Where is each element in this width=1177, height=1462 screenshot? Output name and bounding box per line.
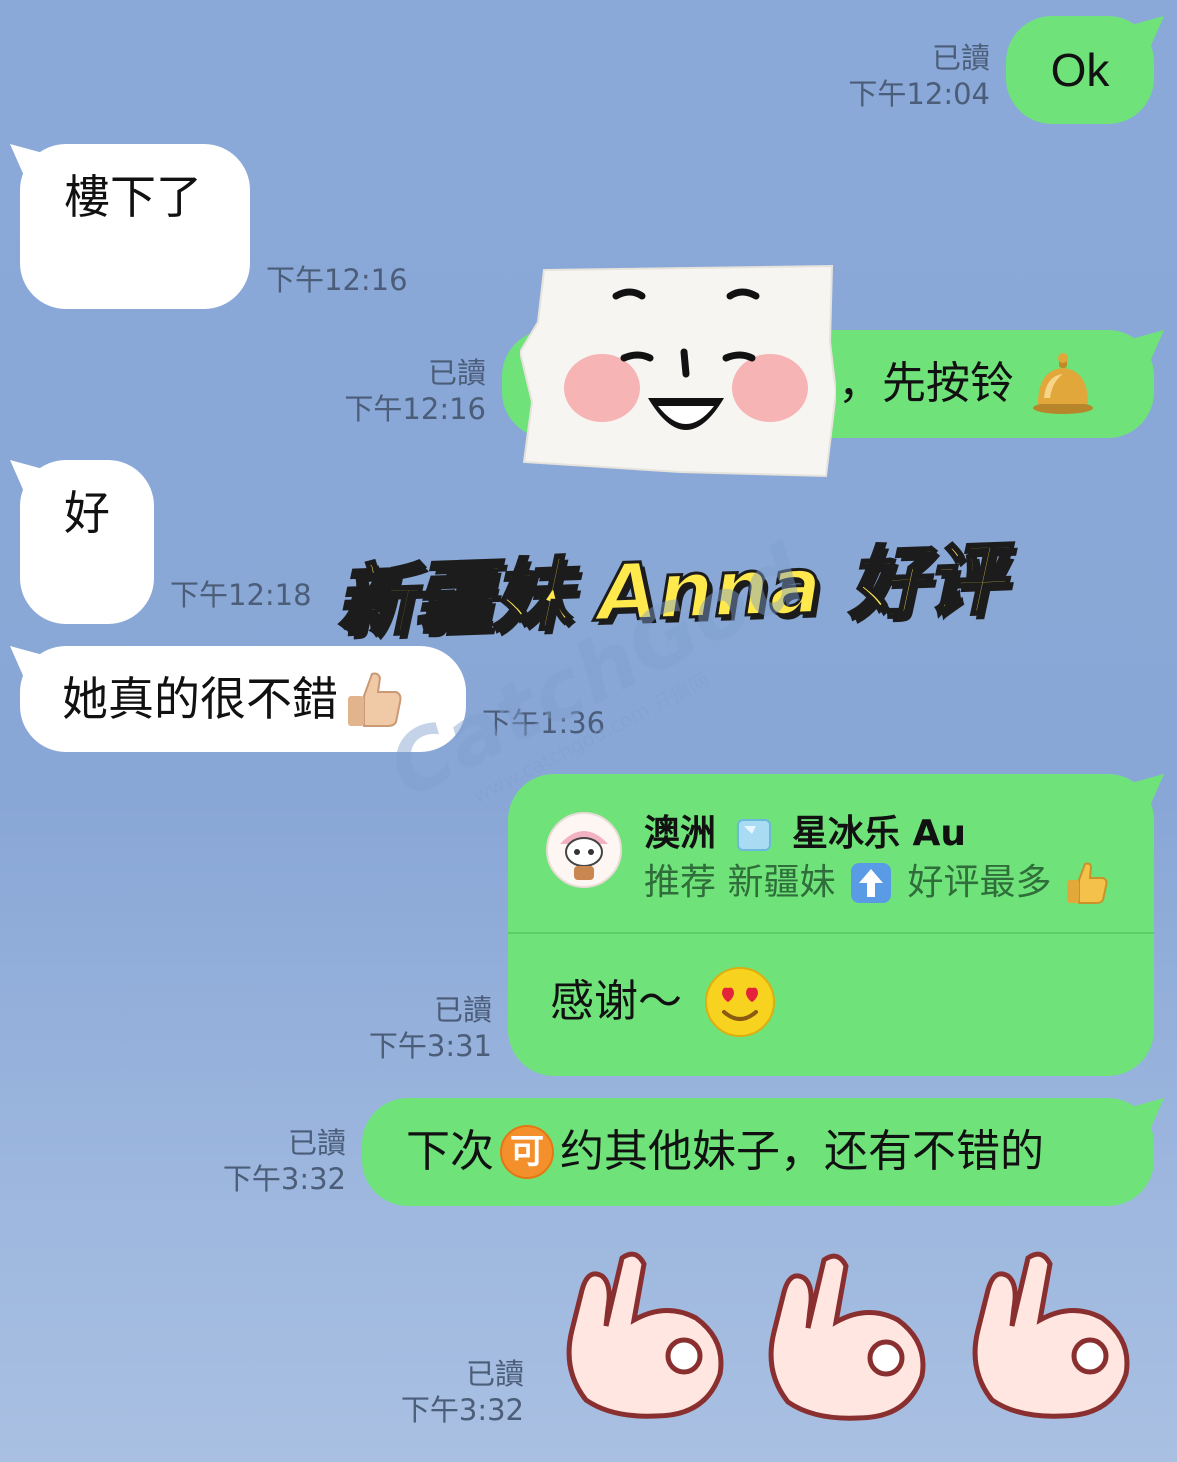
read-receipt: 已讀 下午12:16 — [320, 355, 486, 427]
timestamp: 下午12:16 — [344, 392, 486, 426]
quoted-message[interactable]: 澳洲 星冰乐 Au 推荐 新疆妹 好评最多 — [508, 774, 1154, 934]
read-receipt: 已讀 下午3:31 — [326, 992, 492, 1064]
heart-eyes-icon — [705, 967, 775, 1037]
message-text: 下次 — [406, 1126, 494, 1177]
message-ok[interactable]: Ok — [1006, 16, 1154, 124]
quoted-text: 推荐 新疆妹 好评最多 — [644, 860, 1109, 906]
message-next-time[interactable]: 下次 可 约其他妹子，还有不错的 — [362, 1098, 1154, 1206]
message-text: 好 — [64, 486, 110, 540]
ok-hand-sticker-group[interactable] — [550, 1250, 1150, 1450]
message-text: ，先按铃 — [838, 358, 1014, 409]
message-ok-reply[interactable]: 好 — [20, 460, 154, 624]
timestamp: 下午3:31 — [368, 1029, 492, 1063]
timestamp: 下午12:04 — [848, 77, 990, 111]
timestamp: 下午12:18 — [170, 578, 312, 612]
ok-hand-sticker — [768, 1253, 926, 1421]
face-sticker — [518, 262, 838, 480]
up-arrow-icon — [851, 863, 892, 903]
message-text: 约其他妹子，还有不错的 — [560, 1126, 1044, 1177]
bell-icon — [1033, 353, 1093, 414]
message-text: 感谢～ — [550, 976, 682, 1027]
ice-cube-icon — [737, 819, 772, 851]
thumbs-up-icon — [1067, 862, 1109, 904]
read-receipt: 已讀 下午3:32 — [176, 1125, 346, 1197]
message-text: 樓下了 — [64, 170, 202, 224]
avatar — [546, 812, 622, 888]
message-thanks-with-quote[interactable]: 澳洲 星冰乐 Au 推荐 新疆妹 好评最多 感谢～ — [508, 774, 1154, 1076]
read-receipt: 已讀 下午3:32 — [356, 1356, 524, 1428]
timestamp: 下午12:16 — [266, 263, 408, 297]
available-badge: 可 — [500, 1125, 554, 1179]
message-body: 感谢～ — [550, 966, 776, 1038]
quoted-sender: 澳洲 星冰乐 Au — [644, 813, 967, 854]
message-downstairs[interactable]: 樓下了 — [20, 144, 250, 309]
message-text: Ok — [1050, 44, 1110, 96]
ok-hand-sticker — [566, 1251, 724, 1419]
ok-hand-sticker — [972, 1251, 1130, 1419]
message-text: 她真的很不錯 — [62, 672, 338, 726]
read-receipt: 已讀 下午12:04 — [820, 40, 990, 112]
timestamp: 下午3:32 — [400, 1393, 524, 1427]
timestamp: 下午3:32 — [222, 1162, 346, 1196]
